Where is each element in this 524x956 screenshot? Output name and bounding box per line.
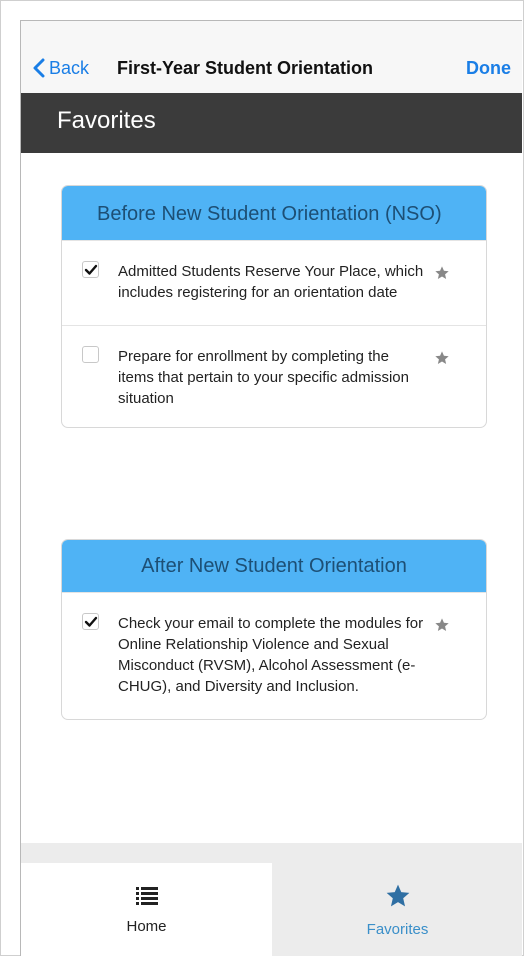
tab-favorites[interactable]: Favorites xyxy=(272,863,522,956)
task-checkbox[interactable] xyxy=(82,613,99,630)
section-card-after-nso: After New Student Orientation Check your… xyxy=(61,539,487,720)
back-button[interactable]: Back xyxy=(33,53,89,83)
task-row: Check your email to complete the modules… xyxy=(62,592,486,719)
section-header: After New Student Orientation xyxy=(62,540,486,592)
star-icon[interactable] xyxy=(434,617,450,633)
task-row: Admitted Students Reserve Your Place, wh… xyxy=(62,240,486,325)
task-text: Admitted Students Reserve Your Place, wh… xyxy=(118,263,424,301)
task-checkbox[interactable] xyxy=(82,261,99,278)
star-icon xyxy=(386,884,409,906)
done-button[interactable]: Done xyxy=(466,53,511,83)
task-text: Prepare for enrollment by completing the… xyxy=(118,348,409,407)
tabbar-separator xyxy=(21,843,522,863)
checkmark-icon xyxy=(84,616,98,627)
app-screen: Back First-Year Student Orientation Done… xyxy=(20,20,522,956)
task-row: Prepare for enrollment by completing the… xyxy=(62,325,486,427)
chevron-left-icon xyxy=(33,58,45,78)
nav-title: First-Year Student Orientation xyxy=(117,58,374,78)
star-icon[interactable] xyxy=(434,265,450,281)
section-card-before-nso: Before New Student Orientation (NSO) Adm… xyxy=(61,185,487,428)
tab-home-label: Home xyxy=(126,917,167,935)
list-icon xyxy=(135,886,158,905)
content-area: Before New Student Orientation (NSO) Adm… xyxy=(21,153,522,843)
tab-home[interactable]: Home xyxy=(21,863,272,956)
tab-favorites-label: Favorites xyxy=(366,920,429,938)
task-checkbox[interactable] xyxy=(82,346,99,363)
page-title: Favorites xyxy=(57,107,156,134)
star-icon[interactable] xyxy=(434,350,450,366)
task-text: Check your email to complete the modules… xyxy=(118,615,424,695)
section-header: Before New Student Orientation (NSO) xyxy=(62,186,486,240)
checkmark-icon xyxy=(84,264,98,275)
navigation-bar: Back First-Year Student Orientation Done xyxy=(21,21,522,93)
tab-bar: Home Favorites xyxy=(21,863,522,956)
page-header: Favorites xyxy=(21,93,522,153)
back-button-label: Back xyxy=(49,57,90,78)
